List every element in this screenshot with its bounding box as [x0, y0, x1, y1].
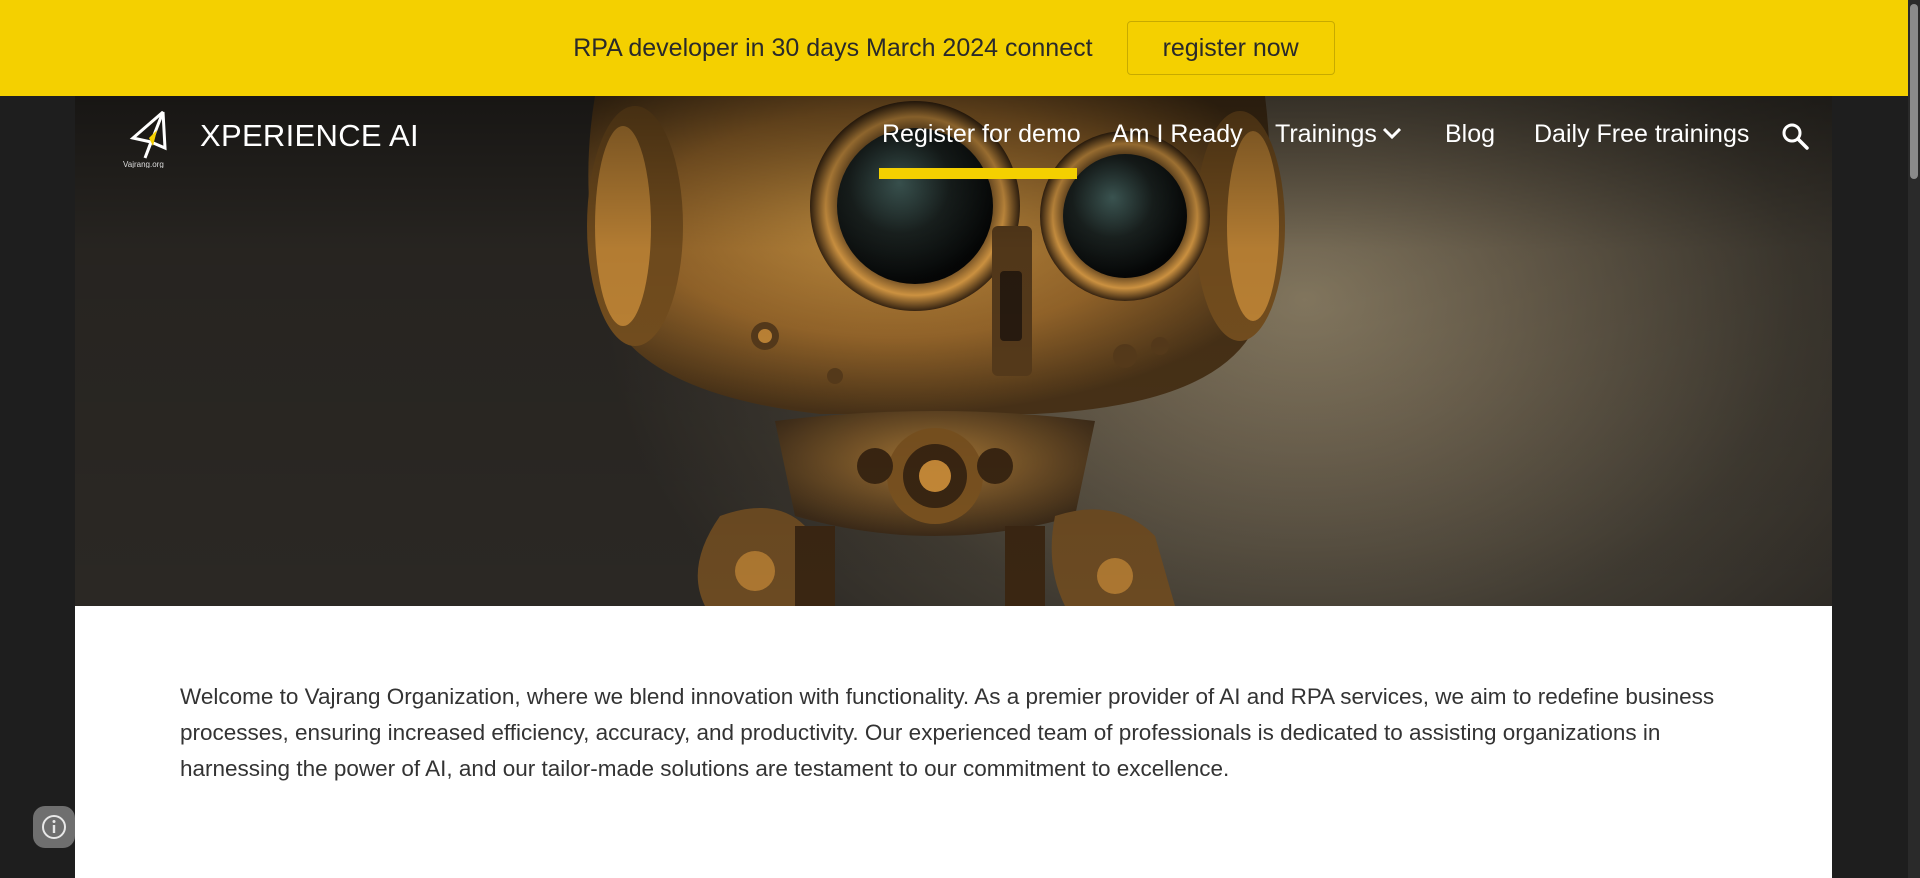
site-title[interactable]: XPERIENCE AI	[200, 118, 419, 154]
announcement-text: RPA developer in 30 days March 2024 conn…	[573, 33, 1093, 62]
logo-caption: Vajrang.org	[123, 160, 164, 168]
scrollbar-thumb[interactable]	[1910, 4, 1918, 179]
page-content: Vajrang.org XPERIENCE AI Register for de…	[75, 96, 1832, 878]
nav-daily-free-trainings[interactable]: Daily Free trainings	[1534, 120, 1749, 149]
intro-paragraph: Welcome to Vajrang Organization, where w…	[180, 683, 1715, 781]
scrollbar[interactable]	[1908, 0, 1920, 878]
nav-register-for-demo[interactable]: Register for demo	[882, 120, 1081, 149]
nav-blog[interactable]: Blog	[1445, 120, 1495, 149]
announcement-bar: RPA developer in 30 days March 2024 conn…	[0, 0, 1908, 96]
info-button[interactable]	[33, 806, 75, 848]
hero-banner: Vajrang.org XPERIENCE AI Register for de…	[75, 96, 1832, 606]
search-icon[interactable]	[1781, 122, 1809, 150]
nav-trainings[interactable]: Trainings	[1275, 120, 1377, 149]
site-header: Vajrang.org XPERIENCE AI Register for de…	[75, 96, 1832, 196]
register-now-button[interactable]: register now	[1126, 21, 1335, 75]
active-nav-indicator	[879, 168, 1077, 179]
info-icon	[42, 815, 66, 839]
vajrang-logo-icon[interactable]: Vajrang.org	[123, 108, 171, 168]
nav-am-i-ready[interactable]: Am I Ready	[1112, 120, 1243, 149]
chevron-down-icon[interactable]	[1381, 122, 1403, 144]
